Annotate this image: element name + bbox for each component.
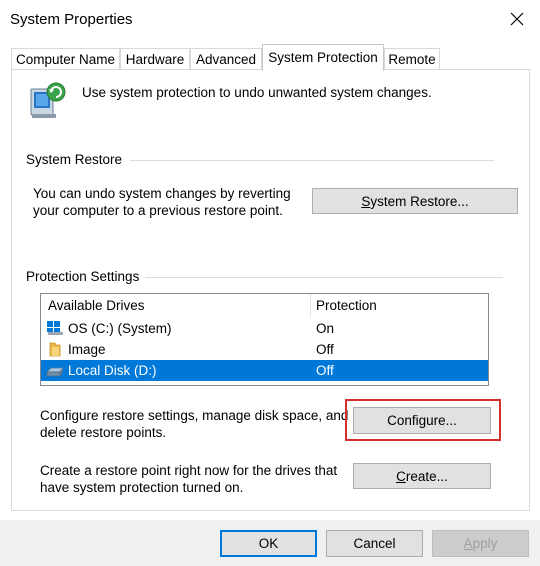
- column-available-drives[interactable]: Available Drives: [41, 294, 145, 317]
- protection-settings-divider: [145, 277, 503, 278]
- close-icon: [510, 12, 524, 26]
- system-restore-group-title: System Restore: [26, 152, 129, 167]
- system-protection-icon: [28, 80, 70, 122]
- tab-system-protection[interactable]: System Protection: [262, 44, 384, 71]
- configure-button[interactable]: Confi g ure...: [353, 407, 491, 434]
- drive-protection: On: [316, 321, 335, 336]
- drive-row-local-disk[interactable]: Local Disk (D:) Off: [41, 360, 488, 381]
- apply-button[interactable]: Apply: [432, 530, 529, 557]
- system-restore-divider: [130, 160, 494, 161]
- tab-computer-name[interactable]: Computer Name: [11, 48, 120, 70]
- system-restore-button[interactable]: System Restore...: [312, 188, 518, 214]
- system-drive-icon: [46, 320, 64, 336]
- ok-button[interactable]: OK: [220, 530, 317, 557]
- window-title: System Properties: [10, 11, 133, 28]
- drive-protection: Off: [316, 342, 334, 357]
- title-bar: System Properties: [0, 0, 540, 38]
- tab-advanced[interactable]: Advanced: [190, 48, 262, 70]
- drive-protection: Off: [316, 363, 334, 378]
- drives-list-header: Available Drives Protection: [41, 294, 488, 317]
- drive-row-os[interactable]: OS (C:) (System) On: [41, 318, 488, 339]
- drive-name: OS (C:) (System): [68, 321, 172, 336]
- drive-name: Image: [68, 342, 106, 357]
- tab-hardware[interactable]: Hardware: [120, 48, 190, 70]
- create-button[interactable]: Create...: [353, 463, 491, 489]
- tab-panel: [11, 69, 530, 511]
- configure-description: Configure restore settings, manage disk …: [40, 408, 349, 440]
- cancel-button[interactable]: Cancel: [326, 530, 423, 557]
- create-description: Create a restore point right now for the…: [40, 463, 338, 495]
- intro-text: Use system protection to undo unwanted s…: [82, 85, 432, 100]
- protection-settings-group-title: Protection Settings: [26, 269, 146, 284]
- column-protection[interactable]: Protection: [309, 294, 377, 317]
- folder-icon: [46, 341, 64, 357]
- tab-remote[interactable]: Remote: [384, 48, 440, 70]
- system-restore-description: You can undo system changes by reverting…: [33, 186, 291, 218]
- drives-list[interactable]: Available Drives Protection OS (C:) (Sys…: [40, 293, 489, 386]
- close-button[interactable]: [494, 0, 540, 38]
- drive-row-image[interactable]: Image Off: [41, 339, 488, 360]
- disk-drive-icon: [46, 362, 64, 378]
- drive-name: Local Disk (D:): [68, 363, 157, 378]
